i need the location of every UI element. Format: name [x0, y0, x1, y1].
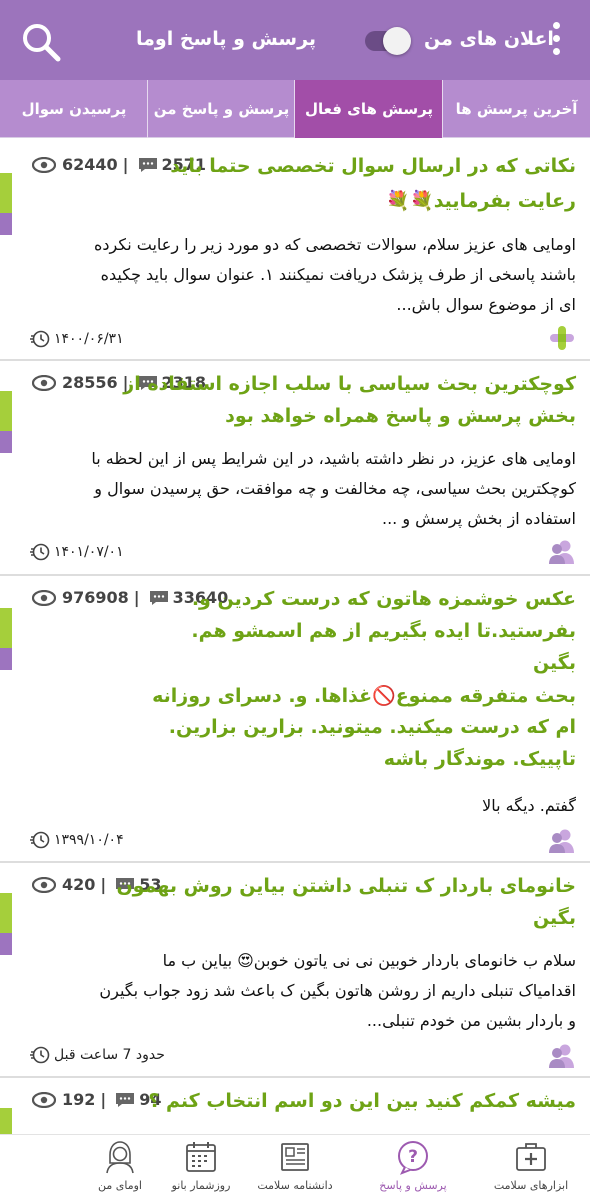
nav-label: ابزارهای سلامت	[493, 1179, 569, 1192]
view-count: 62440	[62, 155, 118, 174]
users-icon	[549, 829, 574, 853]
post-date: ۱۳۹۹/۱۰/۰۴	[30, 830, 124, 850]
clock-history-icon	[30, 1046, 50, 1064]
notifications-label: اعلان های من	[424, 28, 554, 50]
status-strip	[0, 391, 12, 431]
bottom-navigation: ابزارهای سلامت ? پرسش و پاسخ دانشنامه سل…	[0, 1134, 590, 1200]
encyclopedia-icon	[281, 1143, 309, 1171]
view-count: 420	[62, 875, 96, 894]
view-count: 192	[62, 1090, 96, 1109]
comment-icon	[116, 1092, 135, 1107]
post-excerpt: اومایی های عزیز، در نظر داشته باشید، در …	[91, 449, 576, 468]
post-title: تاپییک. موندگار باشه	[383, 748, 576, 770]
svg-text:?: ?	[408, 1147, 418, 1167]
post-excerpt: اقدامیاک تنبلی داریم از روشن هاتون بگین …	[99, 981, 576, 1000]
comment-icon	[149, 590, 168, 605]
status-strip	[0, 173, 12, 213]
post-excerpt: گفتم. دیگه بالا	[482, 796, 576, 815]
eye-icon	[32, 1091, 56, 1108]
status-strip	[0, 431, 12, 453]
status-strip	[0, 933, 12, 955]
eye-icon	[32, 374, 56, 391]
post-date: حدود 7 ساعت قبل	[30, 1045, 165, 1065]
post-title: میشه کمکم کنید بین این دو اسم انتخاب کنم…	[148, 1090, 576, 1112]
post-title: رعایت بفرمایید💐💐	[386, 190, 576, 212]
nav-health-tools[interactable]: ابزارهای سلامت	[472, 1135, 590, 1200]
clock-history-icon	[30, 330, 50, 348]
post-excerpt: ای از موضوع سوال باش...	[396, 295, 576, 314]
post-title: ام که درست میکنید. میتونید. بزارین بزاری…	[168, 716, 576, 738]
status-strip	[0, 213, 12, 235]
post-title: بخش پرسش و پاسخ همراه خواهد بود	[225, 405, 576, 427]
post-excerpt: و باردار بشین من خودم تنبلی...	[366, 1011, 576, 1030]
post-card[interactable]: 192 | 94 میشه کمکم کنید بین این دو اسم ا…	[0, 1078, 590, 1134]
post-stats: 192 | 94	[32, 1090, 162, 1109]
medical-kit-icon	[516, 1143, 546, 1171]
page-title: پرسش و پاسخ اوما	[136, 28, 317, 50]
tab-active-questions[interactable]: پرسش های فعال	[295, 80, 443, 138]
tab-ask-question[interactable]: پرسیدن سوال	[0, 80, 148, 138]
view-count: 976908	[62, 588, 129, 607]
post-date: ۱۴۰۱/۰۷/۰۱	[30, 542, 124, 562]
search-icon[interactable]	[20, 22, 62, 62]
clock-history-icon	[30, 831, 50, 849]
post-date-text: ۱۴۰۰/۰۶/۳۱	[54, 331, 124, 347]
post-excerpt: اومایی های عزیز سلام، سوالات تخصصی که دو…	[94, 235, 576, 254]
post-date: ۱۴۰۰/۰۶/۳۱	[30, 329, 124, 349]
status-strip	[0, 648, 12, 670]
post-card[interactable]: 420 | 53 خانومای باردار ک تنبلی داشتن بی…	[0, 863, 590, 1078]
post-date-text: حدود 7 ساعت قبل	[54, 1047, 165, 1063]
post-title: بفرستید.تا ایده بگیریم از هم اسمشو هم.	[191, 620, 576, 642]
nav-label: اومای من	[98, 1179, 142, 1192]
post-card[interactable]: 62440 | 2571 نکاتی که در ارسال سوال تخصص…	[0, 139, 590, 361]
toggle-knob	[383, 27, 411, 55]
post-title: بحث متفرقه ممنوع🚫غذاها. و. دسرای روزانه	[152, 685, 576, 707]
question-bubble-icon: ?	[398, 1141, 428, 1175]
post-date-text: ۱۴۰۱/۰۷/۰۱	[54, 544, 124, 560]
eye-icon	[32, 156, 56, 173]
post-excerpt: استفاده از بخش پرسش و ...	[381, 509, 576, 528]
nav-my-profile[interactable]: اومای من	[60, 1135, 180, 1200]
post-title: نکاتی که در ارسال سوال تخصصی حتما باید	[170, 155, 576, 177]
eye-icon	[32, 876, 56, 893]
post-title: بگین	[532, 907, 576, 929]
post-title: عکس خوشمزه هاتون که درست کردین و.	[191, 588, 576, 610]
post-title: خانومای باردار ک تنبلی داشتن بیاین روش ب…	[116, 875, 576, 897]
eye-icon	[32, 589, 56, 606]
status-strip	[0, 1108, 12, 1134]
tab-bar: آخرین پرسش ها پرسش های فعال پرسش و پاسخ …	[0, 80, 590, 138]
post-excerpt: سلام ب خانومای باردار خوبین نی نی یاتون …	[162, 951, 576, 970]
post-date-text: ۱۳۹۹/۱۰/۰۴	[54, 832, 124, 848]
post-title: کوچکترین بحث سیاسی با سلب اجازه استفاده …	[123, 373, 576, 395]
status-strip	[0, 893, 12, 933]
nav-label: پرسش و پاسخ	[379, 1179, 447, 1192]
view-count: 28556	[62, 373, 118, 392]
clock-history-icon	[30, 543, 50, 561]
post-excerpt: کوچکترین بحث سیاسی، چه مخالفت و چه موافق…	[94, 479, 576, 498]
calendar-icon	[186, 1142, 216, 1172]
users-icon	[549, 540, 574, 564]
status-strip	[0, 608, 12, 648]
post-title: بگین	[532, 652, 576, 674]
medical-cross-icon	[550, 326, 574, 350]
more-vertical-icon[interactable]	[548, 22, 564, 60]
comment-icon	[138, 157, 157, 172]
notifications-toggle[interactable]	[365, 27, 411, 55]
users-icon	[549, 1044, 574, 1068]
tab-latest-questions[interactable]: آخرین پرسش ها	[443, 80, 590, 138]
woman-avatar-icon	[106, 1141, 134, 1174]
app-header: پرسش و پاسخ اوما اعلان های من	[0, 0, 590, 80]
post-excerpt: باشند پاسخی از طرف پزشک دریافت نمیکنند ۱…	[100, 265, 576, 284]
post-card[interactable]: 976908 | 33640 عکس خوشمزه هاتون که درست …	[0, 576, 590, 863]
tab-my-questions[interactable]: پرسش و پاسخ من	[148, 80, 295, 138]
nav-questions[interactable]: ? پرسش و پاسخ	[354, 1135, 472, 1200]
post-card[interactable]: 28556 | 2318 کوچکترین بحث سیاسی با سلب ا…	[0, 361, 590, 576]
